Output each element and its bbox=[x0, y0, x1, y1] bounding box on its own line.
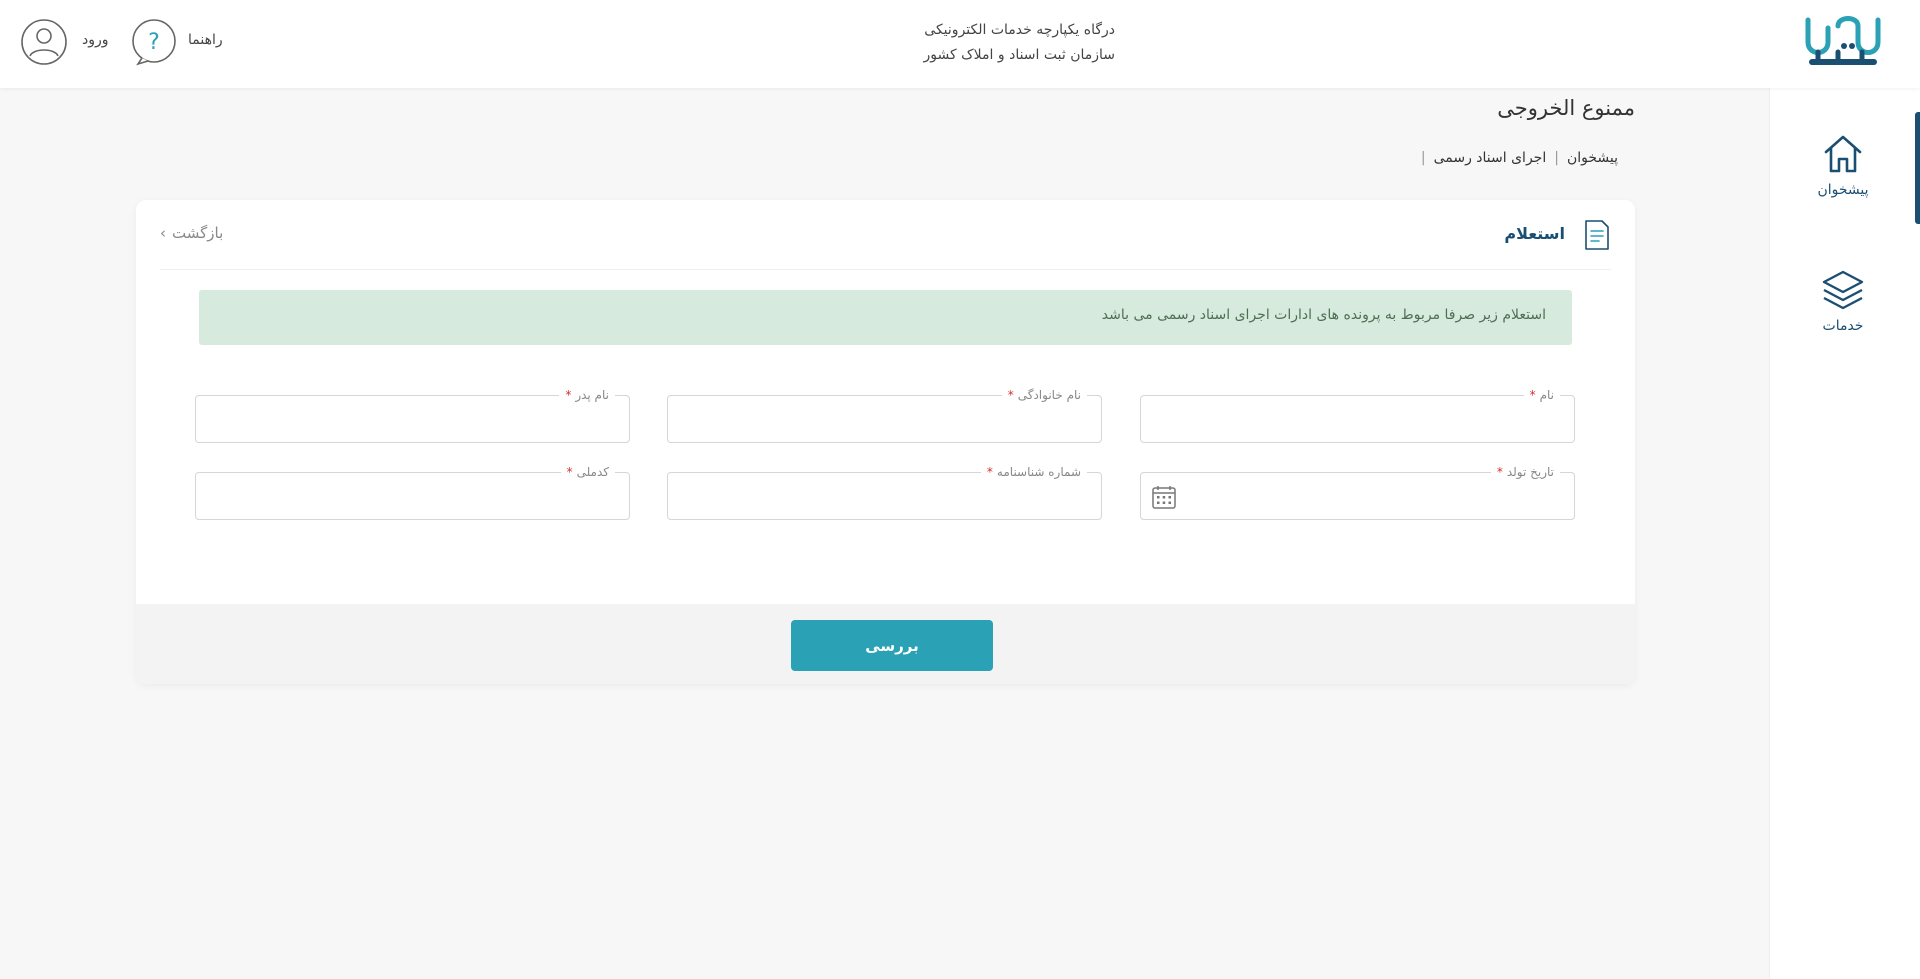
chevron-right-icon: › bbox=[160, 224, 166, 242]
svg-text:?: ? bbox=[148, 30, 160, 55]
card-title: استعلام bbox=[1504, 224, 1565, 243]
back-link[interactable]: بازگشت › bbox=[160, 224, 223, 242]
last-name-input[interactable] bbox=[678, 406, 1091, 432]
required-star-icon: * bbox=[1529, 388, 1536, 402]
breadcrumb-item-dashboard[interactable]: پیشخوان bbox=[1567, 150, 1618, 166]
birth-date-input[interactable] bbox=[1187, 483, 1564, 509]
father-name-input[interactable] bbox=[206, 406, 619, 432]
national-code-field[interactable]: کدملی* bbox=[195, 464, 630, 520]
help-link[interactable]: راهنما bbox=[188, 32, 223, 48]
sidebar-item-services[interactable]: خدمات bbox=[1770, 268, 1916, 334]
check-button[interactable]: بررسی bbox=[791, 620, 993, 671]
home-icon bbox=[1824, 135, 1862, 173]
layers-icon bbox=[1822, 270, 1864, 310]
top-header: ورود ? راهنما درگاه یکپارچه خدمات الکترو… bbox=[0, 0, 1920, 88]
required-star-icon: * bbox=[1496, 465, 1503, 479]
sidebar: پیشخوان خدمات bbox=[1769, 88, 1920, 979]
sidebar-item-label: خدمات bbox=[1822, 318, 1864, 334]
field-label: کدملی* bbox=[560, 464, 615, 480]
required-star-icon: * bbox=[986, 465, 993, 479]
field-label: نام پدر* bbox=[559, 387, 615, 403]
inquiry-card: استعلام بازگشت › استعلام زیر صرفا مربوط ب… bbox=[136, 200, 1635, 684]
first-name-field[interactable]: نام* bbox=[1140, 387, 1575, 443]
id-number-input[interactable] bbox=[678, 483, 1091, 509]
sidebar-item-label: پیشخوان bbox=[1817, 182, 1869, 198]
required-star-icon: * bbox=[566, 465, 573, 479]
father-name-field[interactable]: نام پدر* bbox=[195, 387, 630, 443]
national-code-input[interactable] bbox=[206, 483, 619, 509]
page-title: ممنوع الخروجی bbox=[1497, 96, 1635, 120]
breadcrumb-item-official-documents[interactable]: اجرای اسناد رسمی bbox=[1434, 150, 1547, 166]
field-label: تاریخ تولد* bbox=[1490, 464, 1560, 480]
first-name-input[interactable] bbox=[1151, 406, 1564, 432]
document-icon bbox=[1585, 220, 1609, 250]
calendar-icon[interactable] bbox=[1151, 484, 1177, 510]
card-footer: بررسی bbox=[136, 604, 1635, 684]
required-star-icon: * bbox=[1007, 388, 1014, 402]
notice-banner: استعلام زیر صرفا مربوط به پرونده های ادا… bbox=[199, 290, 1572, 345]
help-question-icon[interactable]: ? bbox=[130, 18, 178, 66]
field-label: نام* bbox=[1523, 387, 1560, 403]
birth-date-field[interactable]: تاریخ تولد* bbox=[1140, 464, 1575, 520]
id-number-field[interactable]: شماره شناسنامه* bbox=[667, 464, 1102, 520]
required-star-icon: * bbox=[565, 388, 572, 402]
last-name-field[interactable]: نام خانوادگی* bbox=[667, 387, 1102, 443]
login-link[interactable]: ورود bbox=[82, 32, 109, 48]
notice-text: استعلام زیر صرفا مربوط به پرونده های ادا… bbox=[1101, 307, 1546, 323]
organization-title: سازمان ثبت اسناد و املاک کشور bbox=[923, 47, 1115, 63]
sidebar-item-dashboard[interactable]: پیشخوان bbox=[1770, 132, 1916, 198]
portal-title: درگاه یکپارچه خدمات الکترونیکی bbox=[924, 22, 1115, 38]
field-label: شماره شناسنامه* bbox=[980, 464, 1087, 480]
card-header: استعلام بازگشت › bbox=[160, 200, 1611, 270]
back-label: بازگشت bbox=[172, 224, 224, 242]
field-label: نام خانوادگی* bbox=[1001, 387, 1087, 403]
breadcrumb: پیشخوان | اجرای اسناد رسمی | bbox=[1413, 150, 1618, 166]
breadcrumb-separator: | bbox=[1420, 150, 1426, 166]
breadcrumb-separator: | bbox=[1554, 150, 1559, 166]
user-avatar-icon[interactable] bbox=[20, 18, 68, 66]
sabt-man-logo[interactable] bbox=[1798, 12, 1884, 72]
header-titles: درگاه یکپارچه خدمات الکترونیکی سازمان ثب… bbox=[890, 18, 1115, 68]
